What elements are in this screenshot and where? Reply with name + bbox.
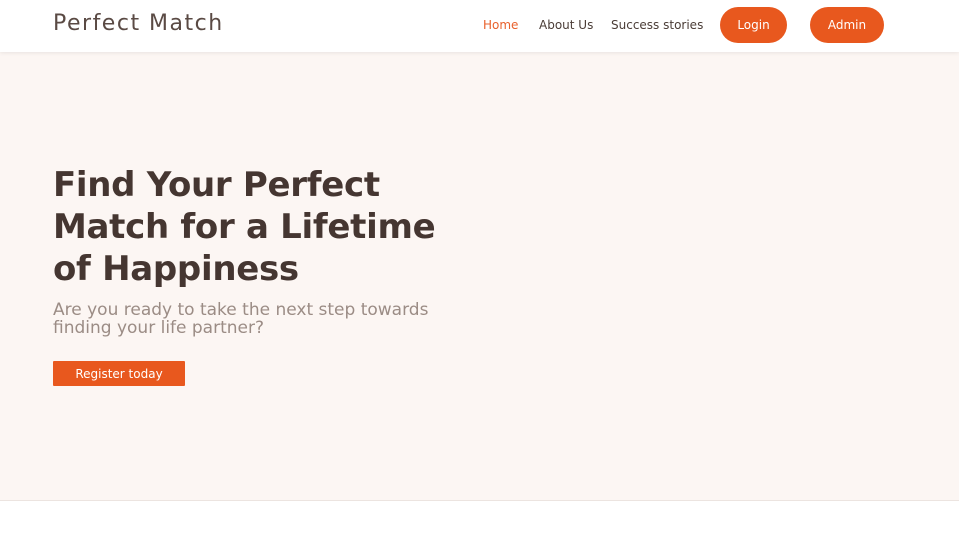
- hero-title: Find Your Perfect Match for a Lifetime o…: [53, 165, 436, 289]
- nav-link-about-us[interactable]: About Us: [539, 18, 593, 32]
- hero-section: Find Your Perfect Match for a Lifetime o…: [0, 52, 959, 501]
- admin-button[interactable]: Admin: [810, 7, 884, 43]
- login-button[interactable]: Login: [720, 7, 787, 43]
- register-button[interactable]: Register today: [53, 361, 185, 386]
- hero-subtitle: Are you ready to take the next step towa…: [53, 300, 429, 338]
- nav-link-success-stories[interactable]: Success stories: [611, 18, 703, 32]
- nav-link-home[interactable]: Home: [483, 18, 518, 32]
- navbar: Perfect Match Home About Us Success stor…: [0, 0, 959, 52]
- brand-logo[interactable]: Perfect Match: [53, 11, 224, 36]
